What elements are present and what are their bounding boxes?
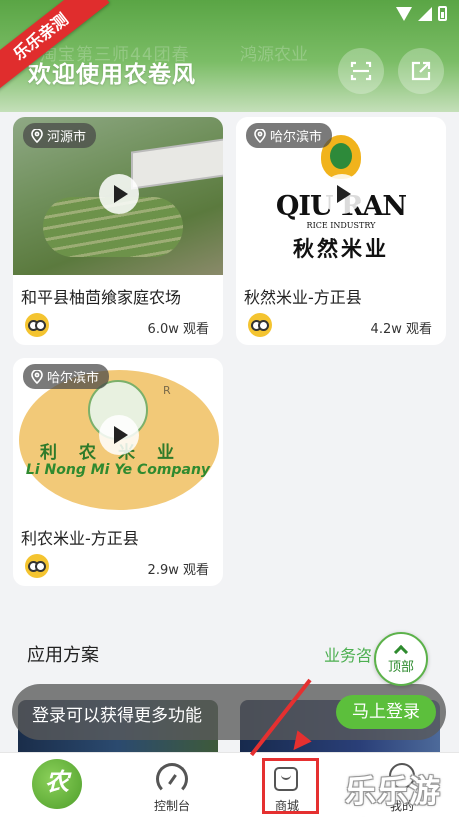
play-button[interactable] xyxy=(99,415,139,455)
play-button[interactable] xyxy=(322,174,362,214)
welcome-title: 欢迎使用农卷风 xyxy=(28,62,196,88)
owl-avatar-icon xyxy=(248,313,272,337)
card-title: 和平县柚茴飨家庭农场 xyxy=(21,288,182,307)
view-count: 2.9w 观看 xyxy=(147,563,209,578)
scan-button[interactable] xyxy=(338,48,384,94)
location-badge: 河源市 xyxy=(23,123,97,148)
qiuran-logo-subtitle: RICE INDUSTRY xyxy=(306,221,376,230)
farm-house-image xyxy=(133,140,223,188)
location-pin-icon xyxy=(254,128,266,143)
location-badge: 哈尔滨市 xyxy=(246,123,333,148)
login-banner-text: 登录可以获得更多功能 xyxy=(32,706,202,726)
view-count: 6.0w 观看 xyxy=(147,322,209,337)
owl-avatar-icon xyxy=(25,313,49,337)
location-label: 哈尔滨市 xyxy=(270,130,323,145)
back-to-top-button[interactable]: 顶部 xyxy=(374,632,428,686)
video-card-3[interactable]: R 利农米业 Li Nong Mi Ye Company 哈尔滨市 利农米业-方… xyxy=(13,358,223,586)
location-pin-icon xyxy=(31,369,43,384)
location-badge: 哈尔滨市 xyxy=(23,364,110,389)
play-icon xyxy=(114,185,128,203)
video-card-1[interactable]: 河源市 和平县柚茴飨家庭农场 6.0w 观看 xyxy=(13,117,223,345)
video-thumbnail[interactable]: 河源市 xyxy=(13,117,223,275)
tab-console[interactable]: 控制台 xyxy=(115,753,229,817)
login-button[interactable]: 马上登录 xyxy=(336,695,436,729)
signal-icon xyxy=(418,6,432,21)
scan-icon xyxy=(350,61,372,81)
location-pin-icon xyxy=(31,128,43,143)
location-label: 河源市 xyxy=(47,130,87,145)
video-thumbnail[interactable]: R 利农米业 Li Nong Mi Ye Company 哈尔滨市 xyxy=(13,358,223,516)
play-icon xyxy=(337,185,351,203)
card-title: 利农米业-方正县 xyxy=(21,529,139,548)
share-icon xyxy=(411,61,431,81)
home-logo-icon: 农 xyxy=(32,759,82,809)
status-bar xyxy=(396,6,447,21)
linong-logo-english: Li Nong Mi Ye Company xyxy=(25,462,211,478)
battery-icon xyxy=(438,6,447,21)
tab-label: 控制台 xyxy=(153,799,190,813)
header-background-text-2: 鸿源农业 xyxy=(240,45,308,65)
gauge-icon xyxy=(156,763,188,795)
section-title: 应用方案 xyxy=(27,645,99,666)
linong-logo-r: R xyxy=(163,384,171,397)
annotation-highlight-box xyxy=(262,758,319,814)
wifi-icon xyxy=(396,6,412,21)
video-thumbnail[interactable]: QIU RAN RICE INDUSTRY 秋然米业 哈尔滨市 xyxy=(236,117,446,275)
view-count: 4.2w 观看 xyxy=(370,322,432,337)
location-label: 哈尔滨市 xyxy=(47,371,100,386)
video-card-2[interactable]: QIU RAN RICE INDUSTRY 秋然米业 哈尔滨市 秋然米业-方正县… xyxy=(236,117,446,345)
business-consult-link[interactable]: 业务咨 xyxy=(324,642,372,666)
tab-home[interactable]: 农 xyxy=(0,753,114,817)
play-icon xyxy=(114,426,128,444)
share-button[interactable] xyxy=(398,48,444,94)
watermark-text: 乐乐游戏 xyxy=(345,774,441,810)
play-button[interactable] xyxy=(99,174,139,214)
card-title: 秋然米业-方正县 xyxy=(244,288,362,307)
owl-avatar-icon xyxy=(25,554,49,578)
qiuran-logo-chinese: 秋然米业 xyxy=(293,237,389,261)
